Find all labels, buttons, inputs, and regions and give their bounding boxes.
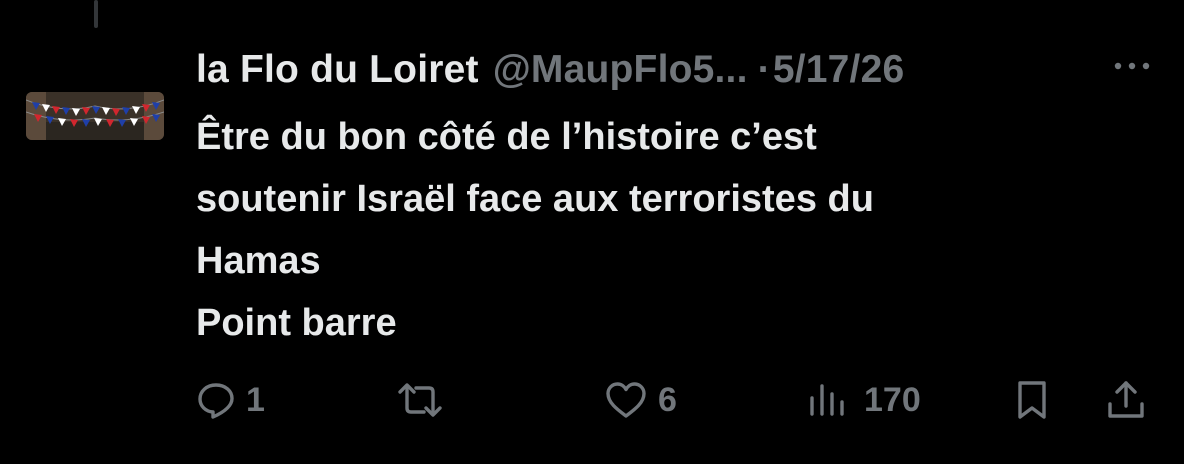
reply-icon <box>198 383 234 419</box>
tweet-text-line: Point barre <box>196 302 397 344</box>
tweet-date[interactable]: 5/17/26 <box>773 48 905 92</box>
bookmark-button[interactable] <box>1012 372 1052 428</box>
thread-connector-line <box>94 0 98 28</box>
tweet-header: la Flo du Loiret @MaupFlo5... · 5/17/26 <box>196 44 1156 96</box>
tweet-text: Être du bon côté de l’histoire c’est sou… <box>196 106 1156 354</box>
share-icon <box>1108 381 1144 418</box>
tweet-text-line: Hamas <box>196 240 321 282</box>
author-name[interactable]: la Flo du Loiret <box>196 48 479 92</box>
author-handle[interactable]: @MaupFlo5... <box>493 48 748 92</box>
share-button[interactable] <box>1104 372 1148 428</box>
more-options-button[interactable] <box>1112 56 1152 76</box>
retweet-button[interactable] <box>396 372 444 428</box>
avatar-image <box>26 92 164 140</box>
more-horizontal-icon <box>1114 62 1150 70</box>
header-separator: · <box>757 48 771 91</box>
like-count: 6 <box>658 380 677 419</box>
bookmark-icon <box>1018 381 1046 419</box>
views-bar-chart-icon <box>810 384 844 416</box>
views-button[interactable]: 170 <box>806 372 921 428</box>
retweet-icon <box>398 383 442 417</box>
tweet-text-line: Être du bon côté de l’histoire c’est <box>196 116 817 158</box>
tweet-actions-bar: 1 6 170 <box>0 372 1184 428</box>
like-button[interactable]: 6 <box>604 372 677 428</box>
reply-count: 1 <box>246 380 265 419</box>
reply-button[interactable]: 1 <box>196 372 265 428</box>
tweet-text-line: soutenir Israël face aux terroristes du <box>196 178 874 220</box>
views-count: 170 <box>864 380 921 419</box>
heart-icon <box>606 382 646 418</box>
avatar[interactable] <box>26 92 164 140</box>
